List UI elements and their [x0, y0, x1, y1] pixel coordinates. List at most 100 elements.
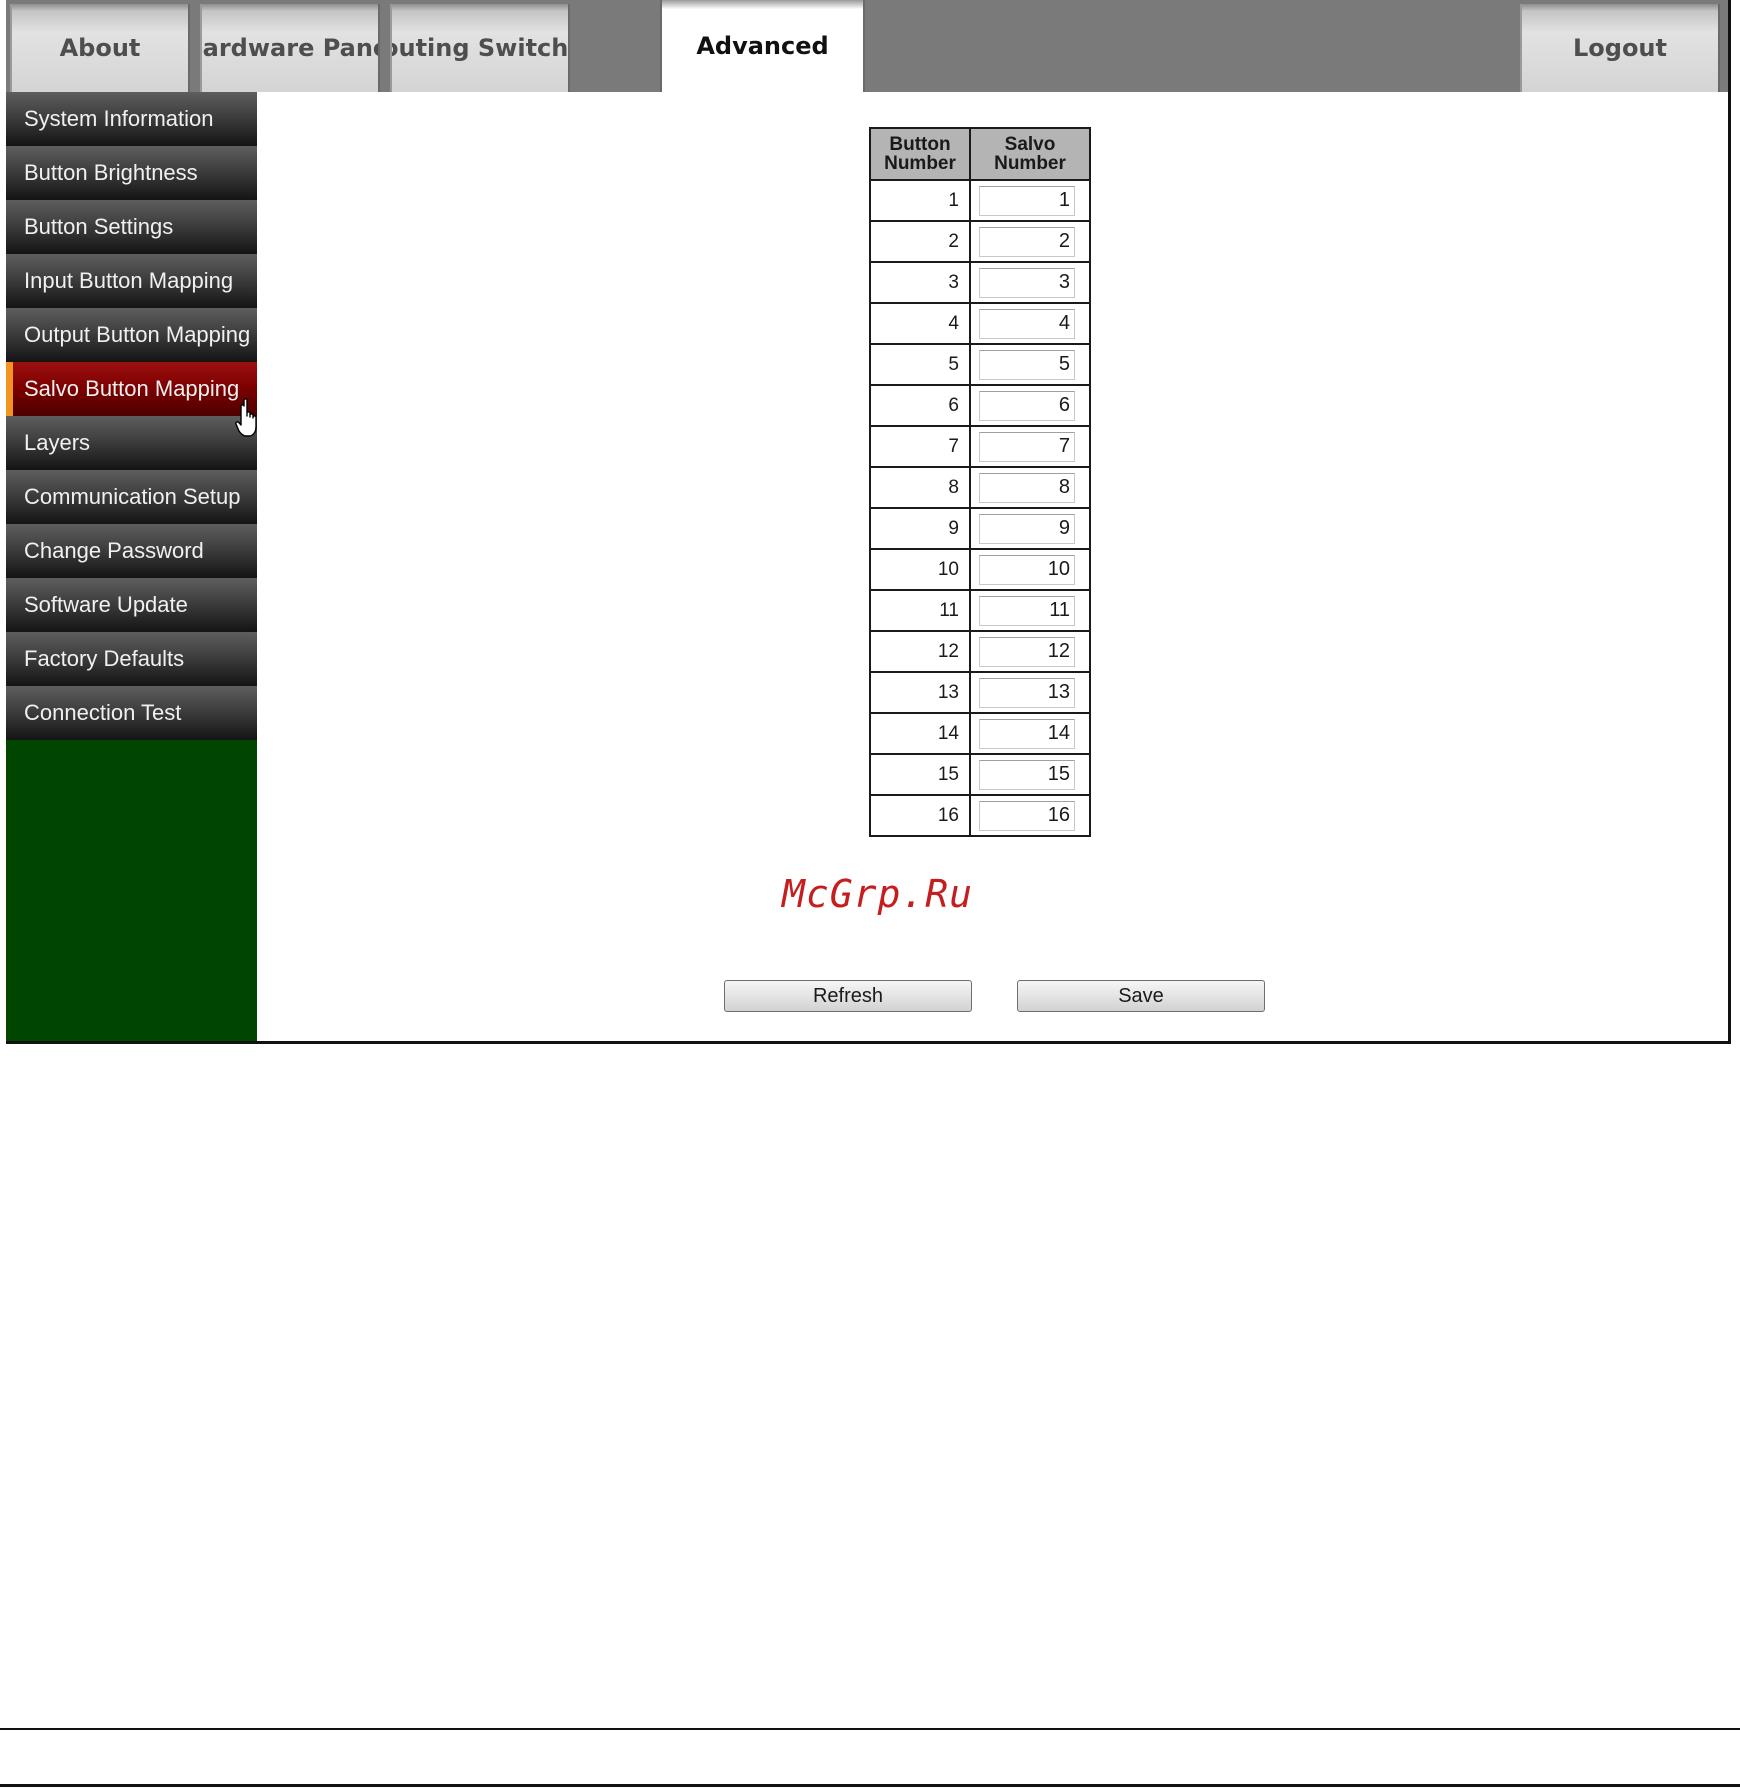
salvo-number-input[interactable] [979, 595, 1075, 626]
button-number-cell: 10 [869, 548, 971, 591]
table-row: 2 [869, 220, 1091, 263]
button-number-cell: 4 [869, 302, 971, 345]
salvo-number-cell [969, 261, 1091, 304]
salvo-number-input[interactable] [979, 431, 1075, 462]
button-number-cell: 9 [869, 507, 971, 550]
salvo-number-input[interactable] [979, 308, 1075, 339]
sidebar-item-label: Software Update [24, 592, 188, 617]
table-row: 13 [869, 671, 1091, 714]
salvo-number-input[interactable] [979, 677, 1075, 708]
salvo-number-input[interactable] [979, 636, 1075, 667]
button-number-cell: 6 [869, 384, 971, 427]
sidebar-item-factory-defaults[interactable]: Factory Defaults [6, 632, 257, 686]
sidebar-item-software-update[interactable]: Software Update [6, 578, 257, 632]
table-row: 1 [869, 179, 1091, 222]
sidebar-item-label: System Information [24, 106, 214, 131]
tab-advanced[interactable]: Advanced [660, 0, 865, 92]
table-row: 16 [869, 794, 1091, 837]
column-header-button-line2: Number [884, 153, 956, 174]
salvo-number-input[interactable] [979, 185, 1075, 216]
hand-pointer-icon [235, 398, 257, 437]
sidebar-item-button-brightness[interactable]: Button Brightness [6, 146, 257, 200]
button-number-cell: 1 [869, 179, 971, 222]
salvo-number-cell [969, 630, 1091, 673]
tab-routing-switcher[interactable]: Routing Switcher [390, 4, 570, 92]
button-number-cell: 7 [869, 425, 971, 468]
sidebar-item-communication-setup[interactable]: Communication Setup [6, 470, 257, 524]
button-number-cell: 15 [869, 753, 971, 796]
salvo-number-input[interactable] [979, 554, 1075, 585]
salvo-number-cell [969, 712, 1091, 755]
sidebar-item-label: Output Button Mapping [24, 322, 251, 347]
table-row: 6 [869, 384, 1091, 427]
column-header-button-line1: Button [889, 134, 951, 155]
salvo-number-input[interactable] [979, 267, 1075, 298]
salvo-number-input[interactable] [979, 513, 1075, 544]
logout-button[interactable]: Logout [1520, 4, 1720, 92]
main-content: Button Number Salvo Number 1234567891011… [257, 92, 1728, 1041]
column-header-salvo-line1: Salvo [1004, 134, 1056, 155]
tab-about[interactable]: About [10, 4, 190, 92]
column-header-salvo-line2: Number [994, 153, 1066, 174]
page-divider-top [0, 1728, 1740, 1730]
sidebar-item-button-settings[interactable]: Button Settings [6, 200, 257, 254]
salvo-number-input[interactable] [979, 759, 1075, 790]
salvo-number-input[interactable] [979, 800, 1075, 831]
sidebar-item-label: Change Password [24, 538, 204, 563]
salvo-number-input[interactable] [979, 349, 1075, 380]
top-navigation-bar: About Hardware Panel Routing Switcher Ad… [6, 0, 1728, 92]
table-row: 4 [869, 302, 1091, 345]
salvo-number-input[interactable] [979, 226, 1075, 257]
table-row: 11 [869, 589, 1091, 632]
button-number-cell: 5 [869, 343, 971, 386]
salvo-number-input[interactable] [979, 718, 1075, 749]
sidebar-item-label: Connection Test [24, 700, 182, 725]
salvo-number-cell [969, 179, 1091, 222]
sidebar-item-input-button-mapping[interactable]: Input Button Mapping [6, 254, 257, 308]
sidebar-item-label: Factory Defaults [24, 646, 185, 671]
table-row: 7 [869, 425, 1091, 468]
sidebar-item-system-information[interactable]: System Information [6, 92, 257, 146]
page-divider-bottom [0, 1784, 1740, 1787]
button-number-cell: 13 [869, 671, 971, 714]
salvo-number-cell [969, 548, 1091, 591]
table-row: 9 [869, 507, 1091, 550]
sidebar: System Information Button Brightness Butto… [6, 92, 257, 1041]
salvo-number-input[interactable] [979, 390, 1075, 421]
table-row: 12 [869, 630, 1091, 673]
sidebar-item-label: Button Settings [24, 214, 174, 239]
salvo-number-cell [969, 589, 1091, 632]
table-row: 10 [869, 548, 1091, 591]
sidebar-item-connection-test[interactable]: Connection Test [6, 686, 257, 740]
save-button[interactable]: Save [1017, 980, 1265, 1012]
sidebar-item-change-password[interactable]: Change Password [6, 524, 257, 578]
salvo-number-cell [969, 794, 1091, 837]
watermark-text: McGrp.Ru [782, 872, 974, 916]
salvo-number-cell [969, 507, 1091, 550]
table-row: 8 [869, 466, 1091, 509]
sidebar-item-label: Layers [24, 430, 91, 455]
salvo-number-cell [969, 384, 1091, 427]
salvo-number-cell [969, 466, 1091, 509]
table-row: 3 [869, 261, 1091, 304]
salvo-number-cell [969, 220, 1091, 263]
sidebar-item-label: Communication Setup [24, 484, 241, 509]
table-row: 15 [869, 753, 1091, 796]
salvo-number-cell [969, 671, 1091, 714]
sidebar-item-output-button-mapping[interactable]: Output Button Mapping [6, 308, 257, 362]
column-header-button-number: Button Number [869, 127, 971, 181]
table-row: 14 [869, 712, 1091, 755]
salvo-number-cell [969, 343, 1091, 386]
table-body: 12345678910111213141516 [869, 179, 1091, 837]
table-row: 5 [869, 343, 1091, 386]
button-number-cell: 3 [869, 261, 971, 304]
refresh-button[interactable]: Refresh [724, 980, 972, 1012]
sidebar-item-label: Button Brightness [24, 160, 198, 185]
salvo-mapping-table: Button Number Salvo Number 1234567891011… [869, 127, 1091, 837]
salvo-number-input[interactable] [979, 472, 1075, 503]
tab-hardware-panel[interactable]: Hardware Panel [200, 4, 380, 92]
sidebar-item-salvo-button-mapping[interactable]: Salvo Button Mapping [6, 362, 257, 416]
sidebar-item-layers[interactable]: Layers [6, 416, 257, 470]
button-number-cell: 12 [869, 630, 971, 673]
salvo-number-cell [969, 425, 1091, 468]
